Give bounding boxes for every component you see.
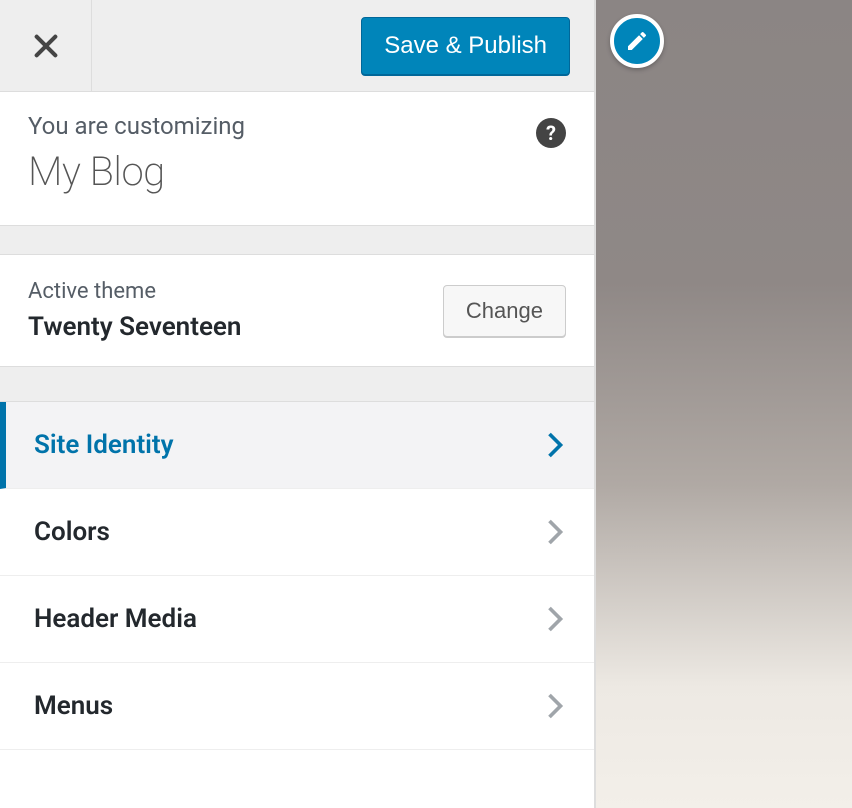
pencil-icon [625,29,649,53]
customizer-app: Save & Publish You are customizing My Bl… [0,0,852,808]
customizer-sidebar: Save & Publish You are customizing My Bl… [0,0,595,808]
preview-pane [595,0,852,808]
chevron-right-icon [544,428,566,462]
close-icon [32,32,60,60]
panel-label: Site Identity [34,430,174,460]
edit-shortcut-button[interactable] [610,14,664,68]
chevron-right-icon [544,602,566,636]
close-button[interactable] [0,0,92,91]
panel-site-identity[interactable]: Site Identity [0,402,594,489]
theme-texts: Active theme Twenty Seventeen [28,279,241,342]
help-icon: ? [546,121,556,145]
panel-list: Site Identity Colors Header Media Menus [0,402,594,750]
customize-label: You are customizing [28,112,566,140]
active-theme-section: Active theme Twenty Seventeen Change [0,255,594,366]
active-theme-label: Active theme [28,279,241,304]
panel-menus[interactable]: Menus [0,663,594,750]
change-theme-button[interactable]: Change [443,285,566,337]
save-publish-button[interactable]: Save & Publish [361,17,570,75]
panel-label: Menus [34,691,113,721]
topbar-spacer [92,0,361,91]
panel-header-media[interactable]: Header Media [0,576,594,663]
section-gap [0,225,594,255]
header-section: You are customizing My Blog ? [0,92,594,225]
panel-label: Header Media [34,604,197,634]
topbar: Save & Publish [0,0,594,92]
chevron-right-icon [544,515,566,549]
active-theme-name: Twenty Seventeen [28,312,241,342]
section-gap [0,366,594,402]
help-button[interactable]: ? [536,118,566,148]
panel-colors[interactable]: Colors [0,489,594,576]
site-title: My Blog [28,148,566,195]
panel-label: Colors [34,517,110,547]
chevron-right-icon [544,689,566,723]
